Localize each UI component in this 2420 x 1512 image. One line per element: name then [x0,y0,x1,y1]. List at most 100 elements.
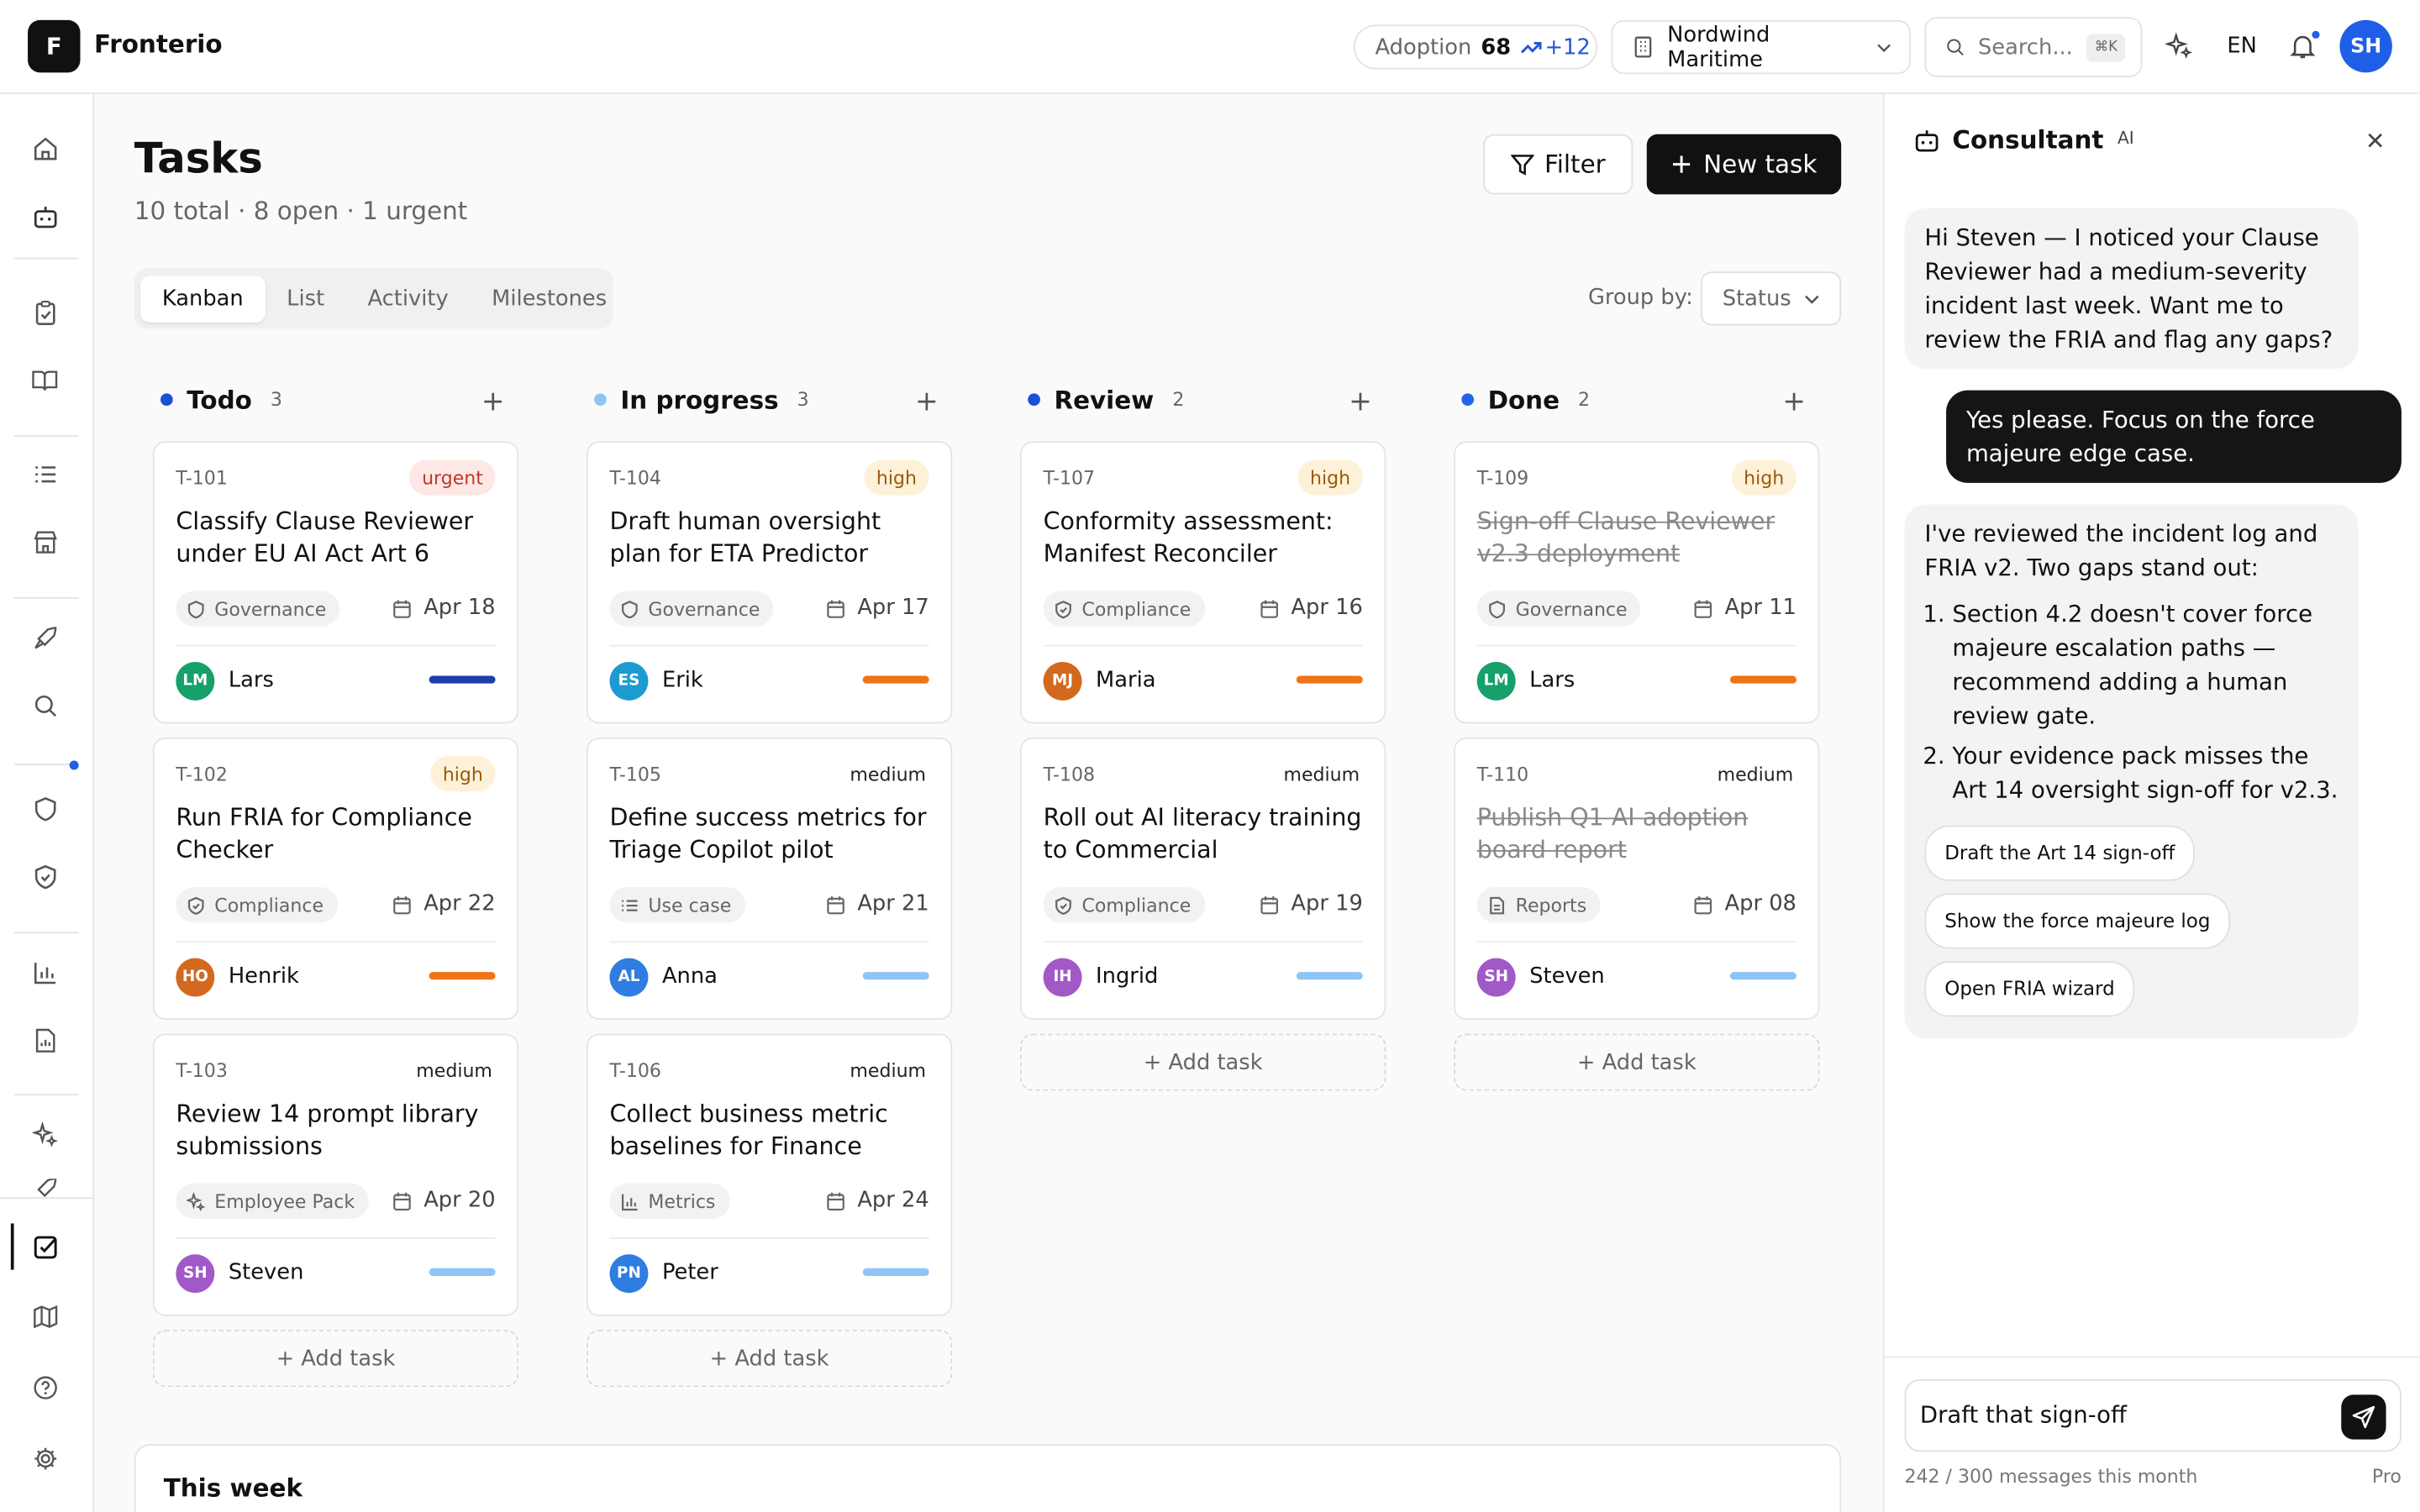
shield-icon [34,796,55,821]
group-by-select[interactable]: Status [1701,271,1842,326]
column-status-dot [1461,393,1475,407]
due-date-text: Apr 18 [424,595,496,621]
assignee-avatar: ES [609,661,649,701]
sidebar-item-employee-pack[interactable] [28,1117,61,1151]
adoption-score-pill[interactable]: Adoption 68 +12 [1353,24,1597,70]
task-card[interactable]: T-108 medium Roll out AI literacy training… [1020,737,1386,1021]
column-title: Review [1054,385,1155,415]
sidebar-item-help[interactable] [28,1370,61,1404]
sidebar-item-roadmap[interactable] [28,1299,61,1333]
tab-kanban[interactable]: Kanban [140,275,266,322]
task-card[interactable]: T-110 medium Publish Q1 AI adoption board … [1454,737,1820,1021]
shield-check-icon [1055,600,1071,618]
new-task-button[interactable]: New task [1646,134,1842,195]
task-tag: Compliance [1043,887,1205,923]
add-task-icon[interactable]: + [1349,386,1372,418]
trend-up-icon [1520,41,1542,53]
main-content: Tasks 10 total · 8 open · 1 urgent Filte… [94,94,1883,1512]
task-card[interactable]: T-107 high Conformity assessment: Manifest… [1020,441,1386,724]
message-composer[interactable] [1904,1379,2402,1452]
notifications-button[interactable] [2287,29,2322,62]
tab-list[interactable]: List [265,276,345,322]
add-task-button[interactable]: + Add task [1454,1033,1820,1091]
suggestion-chip-force-majeure-log[interactable]: Show the force majeure log [1924,893,2231,949]
tab-milestones[interactable]: Milestones [470,276,628,322]
due-date-text: Apr 17 [857,595,929,621]
column-title: Todo [187,385,252,415]
app-logo[interactable]: F [28,19,81,73]
sidebar-item-settings[interactable] [28,1441,61,1474]
sidebar-item-assessments[interactable] [28,295,61,328]
task-card[interactable]: T-109 high Sign-off Clause Reviewer v2.3 d… [1454,441,1820,724]
task-card[interactable]: T-103 medium Review 14 prompt library subm… [152,1033,519,1316]
message-input[interactable] [1919,1400,2322,1429]
ai-gap-item: Section 4.2 doesn't cover force majeure … [1952,597,2338,733]
search-icon [1947,39,1964,55]
add-task-icon[interactable]: + [915,386,939,418]
task-tag: Compliance [1043,591,1205,627]
sidebar-item-compliance[interactable] [28,859,61,893]
sidebar-item-metrics[interactable] [28,955,61,989]
priority-bar [1729,675,1797,684]
task-tag-label: Reports [1515,894,1587,916]
task-card[interactable]: T-102 high Run FRIA for Compliance Checker… [152,737,519,1021]
shield-check-icon [1055,895,1071,915]
task-tag-label: Compliance [1081,894,1192,916]
view-tabs: Kanban List Activity Milestones [134,268,613,329]
ai-sparkle-button[interactable] [2164,31,2195,62]
calendar-icon [826,1191,844,1210]
sidebar-item-library[interactable] [28,363,61,396]
app-root: F Fronterio Adoption 68 +12 Nordwind Mar… [0,0,2420,1512]
column-header: Review 2 + [1020,372,1387,428]
group-by-value: Status [1722,286,1791,312]
due-date-text: Apr 19 [1291,891,1363,916]
add-task-icon[interactable]: + [1782,386,1806,418]
sidebar-divider [13,1094,79,1096]
card-divider [609,644,929,647]
app-name: Fronterio [94,29,223,59]
sidebar-item-governance[interactable] [28,791,61,825]
sidebar-item-marketplace[interactable] [28,524,61,558]
sidebar-item-partial[interactable] [28,1179,61,1197]
sidebar-item-tasks[interactable] [28,1230,61,1263]
add-task-button[interactable]: + Add task [152,1330,519,1388]
sidebar-item-launch[interactable] [28,620,61,654]
tab-activity[interactable]: Activity [346,276,471,322]
add-task-button[interactable]: + Add task [1020,1033,1386,1091]
suggestion-chip-fria-wizard[interactable]: Open FRIA wizard [1924,961,2135,1017]
priority-bar [862,675,929,684]
ai-message-text: I've reviewed the incident log and FRIA … [1924,519,2318,582]
sidebar-item-reports[interactable] [28,1023,61,1057]
kanban-column: Done 2 + T-109 high Sign-off Clause Reviewer … [1454,372,1821,1091]
add-task-icon[interactable]: + [481,386,505,418]
user-avatar[interactable]: SH [2339,19,2392,73]
sparkle-icon [187,1191,206,1210]
sidebar-item-agents[interactable] [28,199,61,233]
task-card[interactable]: T-101 urgent Classify Clause Reviewer unde… [152,441,519,724]
suggestion-chip-draft-sign-off[interactable]: Draft the Art 14 sign-off [1924,825,2196,881]
language-switcher[interactable]: EN [2227,34,2256,58]
due-date: Apr 16 [1259,596,1363,620]
filter-label: Filter [1544,150,1606,180]
bar-chart-icon [622,1193,638,1210]
org-switcher[interactable]: Nordwind Maritime [1611,19,1911,75]
task-card[interactable]: T-104 high Draft human oversight plan for … [586,441,953,724]
send-button[interactable] [2341,1394,2386,1440]
priority-badge: medium [1717,763,1794,785]
list-icon [34,465,55,482]
add-task-button[interactable]: + Add task [586,1330,953,1388]
sparkles-icon [31,1121,57,1147]
sidebar-item-home[interactable] [28,131,61,165]
close-icon[interactable] [2363,128,2387,152]
filter-button[interactable]: Filter [1483,134,1634,195]
list-icon [622,899,638,911]
global-search[interactable]: Search... ⌘K [1924,17,2143,77]
task-card[interactable]: T-106 medium Collect business metric basel… [586,1033,953,1316]
task-card[interactable]: T-105 medium Define success metrics for Tr… [586,737,953,1021]
due-date: Apr 20 [392,1188,496,1213]
sidebar-item-discover[interactable] [28,688,61,722]
assignee-name: Ingrid [1096,963,1159,990]
sidebar-item-use-cases[interactable] [28,457,61,491]
priority-badge: high [1731,459,1797,496]
task-tag-label: Compliance [1081,597,1192,620]
